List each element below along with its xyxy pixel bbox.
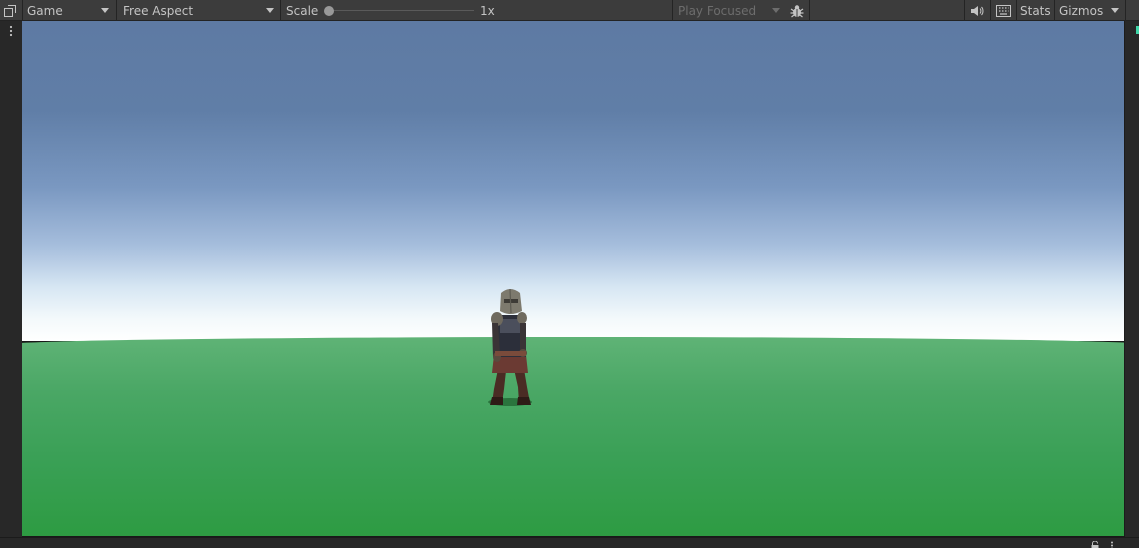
play-focused-dropdown[interactable]: Play Focused — [678, 0, 784, 21]
vertical-ellipsis-icon[interactable] — [1110, 539, 1114, 548]
left-panel-strip — [0, 21, 22, 538]
bottom-panel-strip — [0, 537, 1139, 548]
scale-slider[interactable] — [323, 0, 475, 21]
bug-icon[interactable] — [789, 0, 805, 21]
display-dropdown-label: Game — [27, 3, 63, 18]
chevron-down-icon — [1111, 8, 1119, 13]
lock-icon[interactable] — [1090, 539, 1100, 548]
scale-value: 1x — [480, 3, 495, 18]
aspect-dropdown-label: Free Aspect — [123, 3, 194, 18]
scale-label: Scale — [286, 3, 319, 18]
chevron-down-icon — [266, 8, 274, 13]
chevron-down-icon — [772, 8, 780, 13]
scale-slider-thumb[interactable] — [324, 6, 334, 16]
skybox — [22, 21, 1124, 341]
knight-character — [488, 288, 532, 406]
ground-plane — [22, 337, 1124, 536]
scale-slider-track — [328, 10, 474, 11]
vertical-ellipsis-icon[interactable] — [9, 25, 13, 40]
keyboard-icon[interactable] — [996, 0, 1011, 21]
game-viewport[interactable] — [22, 21, 1125, 536]
play-focused-label: Play Focused — [678, 3, 757, 18]
game-view-toolbar: Game Free Aspect Scale 1x Play Focused S… — [0, 0, 1139, 21]
display-dropdown[interactable]: Game — [27, 0, 111, 21]
right-panel-strip — [1125, 21, 1139, 538]
gizmos-dropdown[interactable]: Gizmos — [1059, 0, 1125, 21]
chevron-down-icon — [101, 8, 109, 13]
gizmos-label: Gizmos — [1059, 3, 1104, 18]
maximize-panel-icon[interactable] — [3, 0, 17, 21]
stats-toggle[interactable]: Stats — [1020, 0, 1051, 21]
speaker-icon[interactable] — [970, 0, 984, 21]
aspect-dropdown[interactable]: Free Aspect — [123, 0, 277, 21]
